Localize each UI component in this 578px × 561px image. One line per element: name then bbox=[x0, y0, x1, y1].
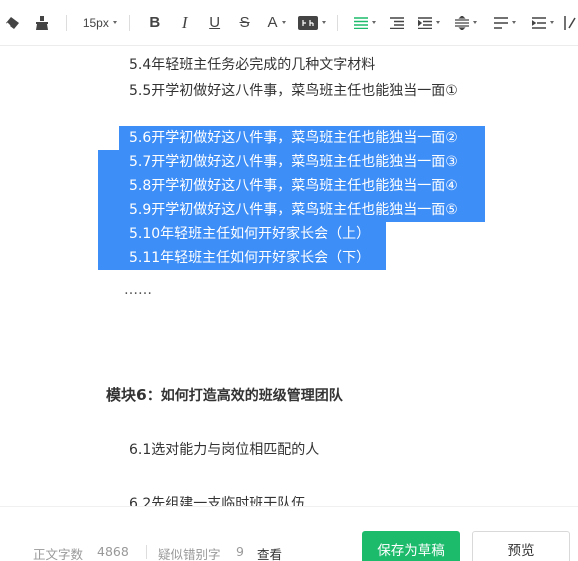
strikethrough-icon[interactable]: S bbox=[230, 0, 260, 46]
view-typos-link[interactable]: 查看 bbox=[257, 544, 282, 561]
typo-count: 9 bbox=[236, 544, 244, 559]
font-color-icon[interactable]: A bbox=[260, 0, 294, 46]
editor-toolbar: 15px B I U S A bbox=[0, 0, 578, 46]
chevron-down-icon bbox=[322, 21, 327, 24]
chevron-down-icon bbox=[281, 21, 286, 24]
footer-divider bbox=[146, 545, 147, 559]
chevron-down-icon bbox=[436, 21, 441, 24]
paragraph-spacing-icon[interactable] bbox=[446, 0, 486, 46]
list-item: 5.4年轻班主任务必完成的几种文字材料 bbox=[129, 57, 376, 73]
list-item: 5.7开学初做好这八件事，菜鸟班主任也能独当一面③ bbox=[129, 154, 458, 170]
list-item: 5.10年轻班主任如何开好家长会（上） bbox=[129, 226, 371, 242]
underline-icon[interactable]: U bbox=[200, 0, 230, 46]
highlight-icon[interactable] bbox=[293, 0, 331, 46]
line-height-icon[interactable] bbox=[382, 0, 412, 46]
heading-title: ：如何打造高效的班级管理团队 bbox=[146, 388, 343, 404]
text-direction-icon[interactable] bbox=[562, 0, 578, 46]
heading-prefix: 模块 bbox=[106, 386, 137, 404]
chevron-down-icon bbox=[372, 21, 377, 24]
list-item: 6.2先组建一支临时班干队伍 bbox=[129, 496, 306, 506]
chevron-down-icon bbox=[473, 21, 478, 24]
list-item: 5.5开学初做好这八件事，菜鸟班主任也能独当一面① bbox=[129, 83, 458, 99]
ellipsis-text: …… bbox=[124, 282, 152, 298]
list-item: 6.1选对能力与岗位相匹配的人 bbox=[129, 442, 320, 458]
indent-icon[interactable] bbox=[412, 0, 446, 46]
italic-icon[interactable]: I bbox=[170, 0, 200, 46]
list-icon[interactable] bbox=[486, 0, 524, 46]
word-count-label: 正文字数 bbox=[33, 547, 84, 561]
save-draft-button[interactable]: 保存为草稿 bbox=[362, 531, 460, 561]
chevron-down-icon bbox=[550, 21, 555, 24]
section-heading: 模块6：如何打造高效的班级管理团队 bbox=[106, 383, 343, 408]
clear-format-icon[interactable] bbox=[2, 0, 24, 46]
editor-footer: 正文字数 4868 疑似错别字 9 查看 保存为草稿 预览 bbox=[0, 506, 578, 561]
font-size-select[interactable]: 15px bbox=[77, 0, 123, 46]
align-icon[interactable] bbox=[348, 0, 382, 46]
toolbar-divider bbox=[65, 14, 67, 31]
ordered-list-icon[interactable] bbox=[524, 0, 562, 46]
list-item: 5.11年轻班主任如何开好家长会（下） bbox=[129, 250, 371, 266]
editor-content[interactable]: 5.4年轻班主任务必完成的几种文字材料 5.5开学初做好这八件事，菜鸟班主任也能… bbox=[0, 46, 578, 506]
word-count-value: 4868 bbox=[97, 544, 129, 559]
chevron-down-icon bbox=[512, 21, 517, 24]
list-item: 5.6开学初做好这八件事，菜鸟班主任也能独当一面② bbox=[129, 130, 458, 146]
bold-icon[interactable]: B bbox=[140, 0, 170, 46]
font-size-value: 15px bbox=[82, 15, 109, 30]
list-item: 5.8开学初做好这八件事，菜鸟班主任也能独当一面④ bbox=[129, 178, 458, 194]
preview-button[interactable]: 预览 bbox=[472, 531, 570, 561]
typo-label: 疑似错别字 bbox=[158, 547, 221, 561]
toolbar-divider bbox=[128, 14, 130, 31]
toolbar-divider bbox=[337, 14, 339, 31]
format-painter-icon[interactable] bbox=[24, 0, 60, 46]
list-item: 5.9开学初做好这八件事，菜鸟班主任也能独当一面⑤ bbox=[129, 202, 458, 218]
heading-number: 6 bbox=[136, 386, 147, 404]
chevron-down-icon bbox=[112, 21, 117, 24]
